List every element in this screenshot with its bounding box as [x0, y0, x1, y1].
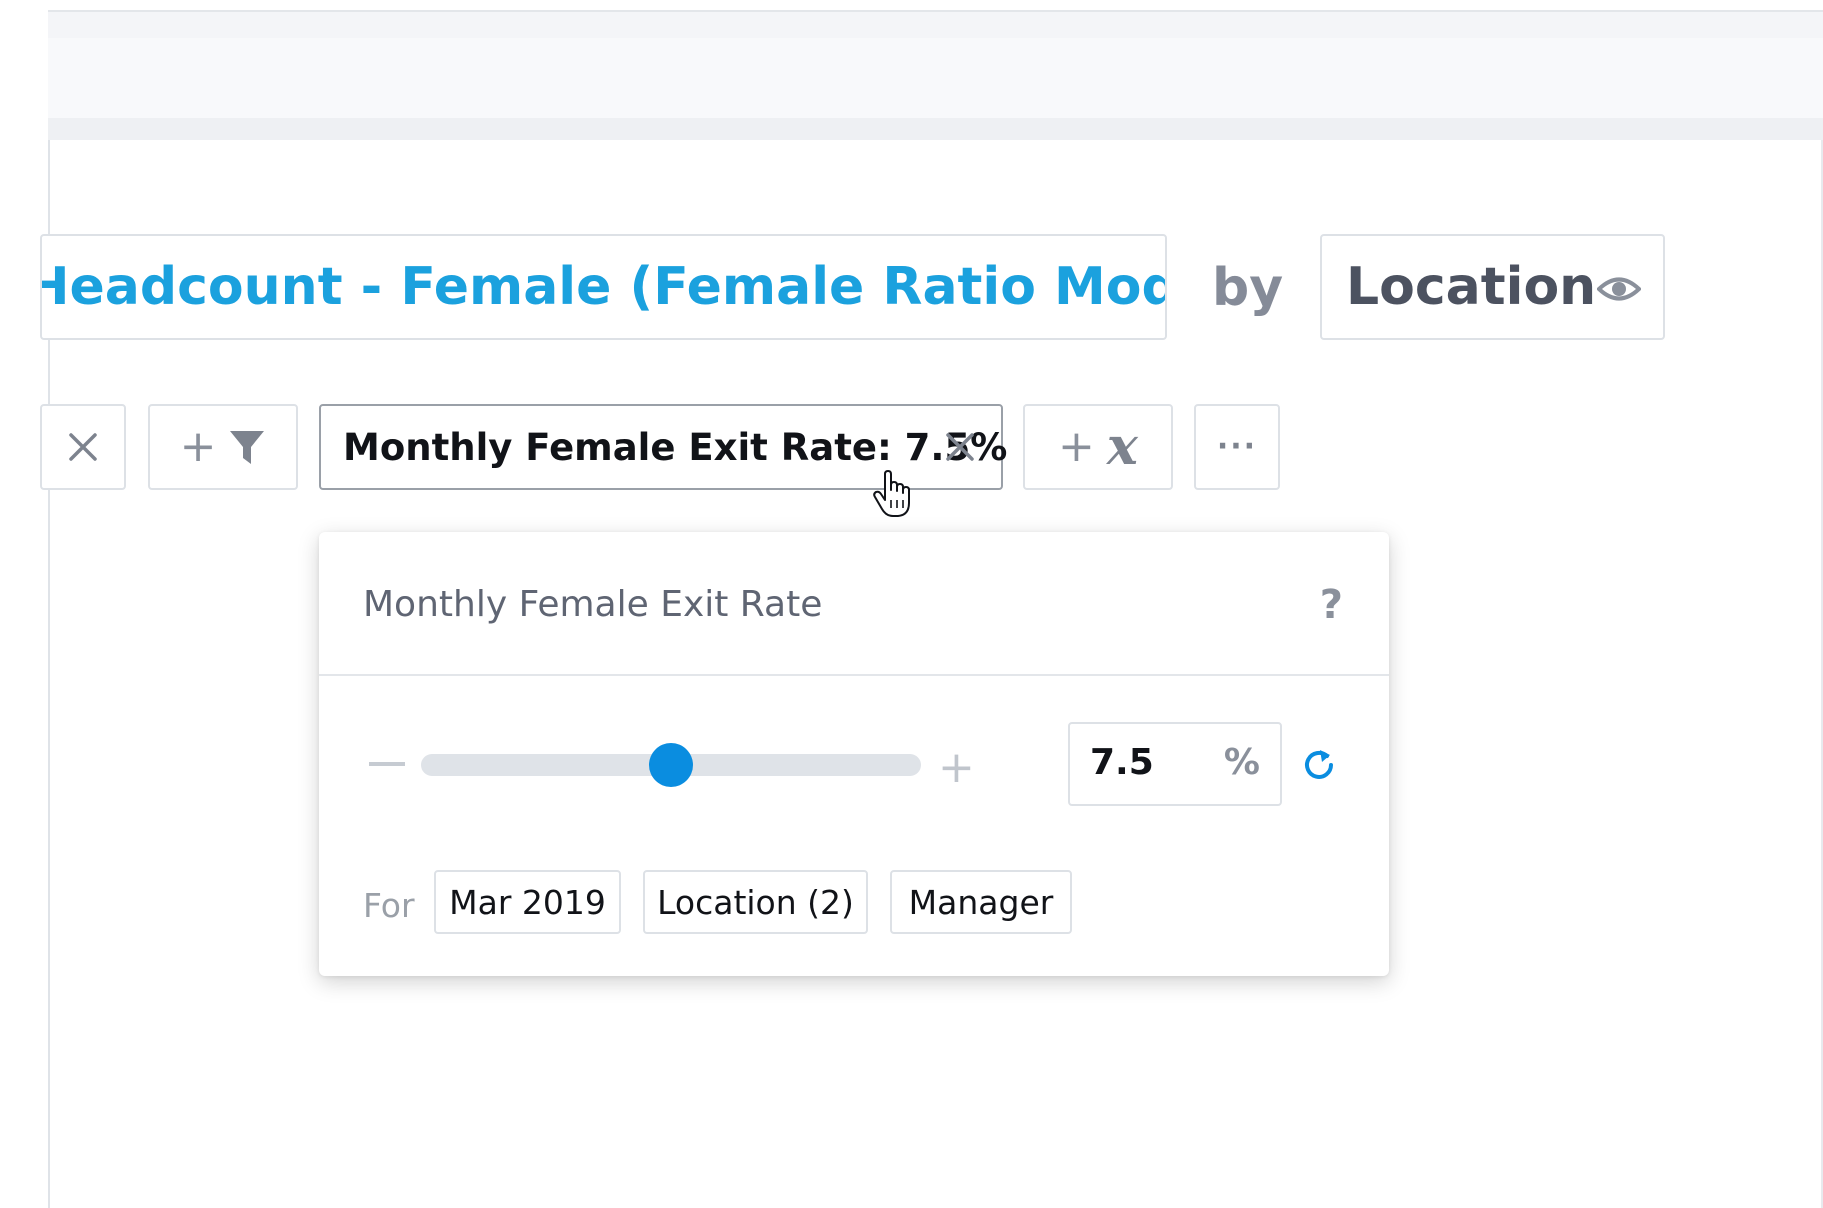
scenario-popover: Monthly Female Exit Rate ? + 7.5 % For M… — [319, 532, 1389, 976]
date-tag[interactable]: Mar 2019 — [434, 870, 621, 934]
slider-thumb[interactable] — [649, 743, 693, 787]
metric-selector[interactable]: Headcount - Female (Female Ratio Model) — [40, 234, 1167, 340]
rate-value[interactable]: 7.5 — [1090, 742, 1154, 783]
manager-tag[interactable]: Manager — [890, 870, 1072, 934]
header-band-divider — [48, 118, 1823, 140]
location-tag[interactable]: Location (2) — [643, 870, 868, 934]
popover-header: Monthly Female Exit Rate ? — [319, 532, 1389, 676]
popover-title: Monthly Female Exit Rate — [363, 584, 823, 625]
close-icon[interactable] — [66, 430, 100, 464]
top-bar — [48, 10, 1823, 40]
more-icon: ··· — [1216, 429, 1258, 464]
for-label: For — [363, 886, 415, 925]
hand-cursor-icon — [873, 470, 910, 517]
plus-icon[interactable]: + — [938, 746, 975, 790]
metric-title: Headcount - Female (Female Ratio Model) — [40, 257, 1167, 317]
help-icon[interactable]: ? — [1320, 582, 1343, 628]
eye-icon[interactable] — [1597, 272, 1641, 306]
previous-chip-remove[interactable] — [40, 404, 126, 490]
plus-icon: + — [179, 421, 217, 472]
rate-unit: % — [1223, 742, 1260, 783]
dimension-selector[interactable]: Location — [1320, 234, 1665, 340]
reset-icon[interactable] — [1300, 746, 1338, 784]
rate-input[interactable]: 7.5 % — [1068, 722, 1282, 806]
close-icon[interactable] — [943, 430, 977, 464]
dimension-label: Location — [1346, 257, 1597, 317]
plus-icon: + — [1058, 421, 1095, 472]
add-filter-button[interactable]: + — [148, 404, 298, 490]
minus-icon[interactable] — [369, 762, 405, 766]
scenario-chip-label: Monthly Female Exit Rate: 7.5% — [343, 425, 1008, 469]
by-label: by — [1212, 258, 1284, 318]
header-band — [48, 38, 1823, 118]
add-variable-button[interactable]: + x — [1023, 404, 1173, 490]
more-button[interactable]: ··· — [1194, 404, 1280, 490]
rate-slider[interactable] — [421, 743, 921, 787]
variable-icon: x — [1106, 416, 1138, 477]
filter-icon — [230, 431, 265, 464]
